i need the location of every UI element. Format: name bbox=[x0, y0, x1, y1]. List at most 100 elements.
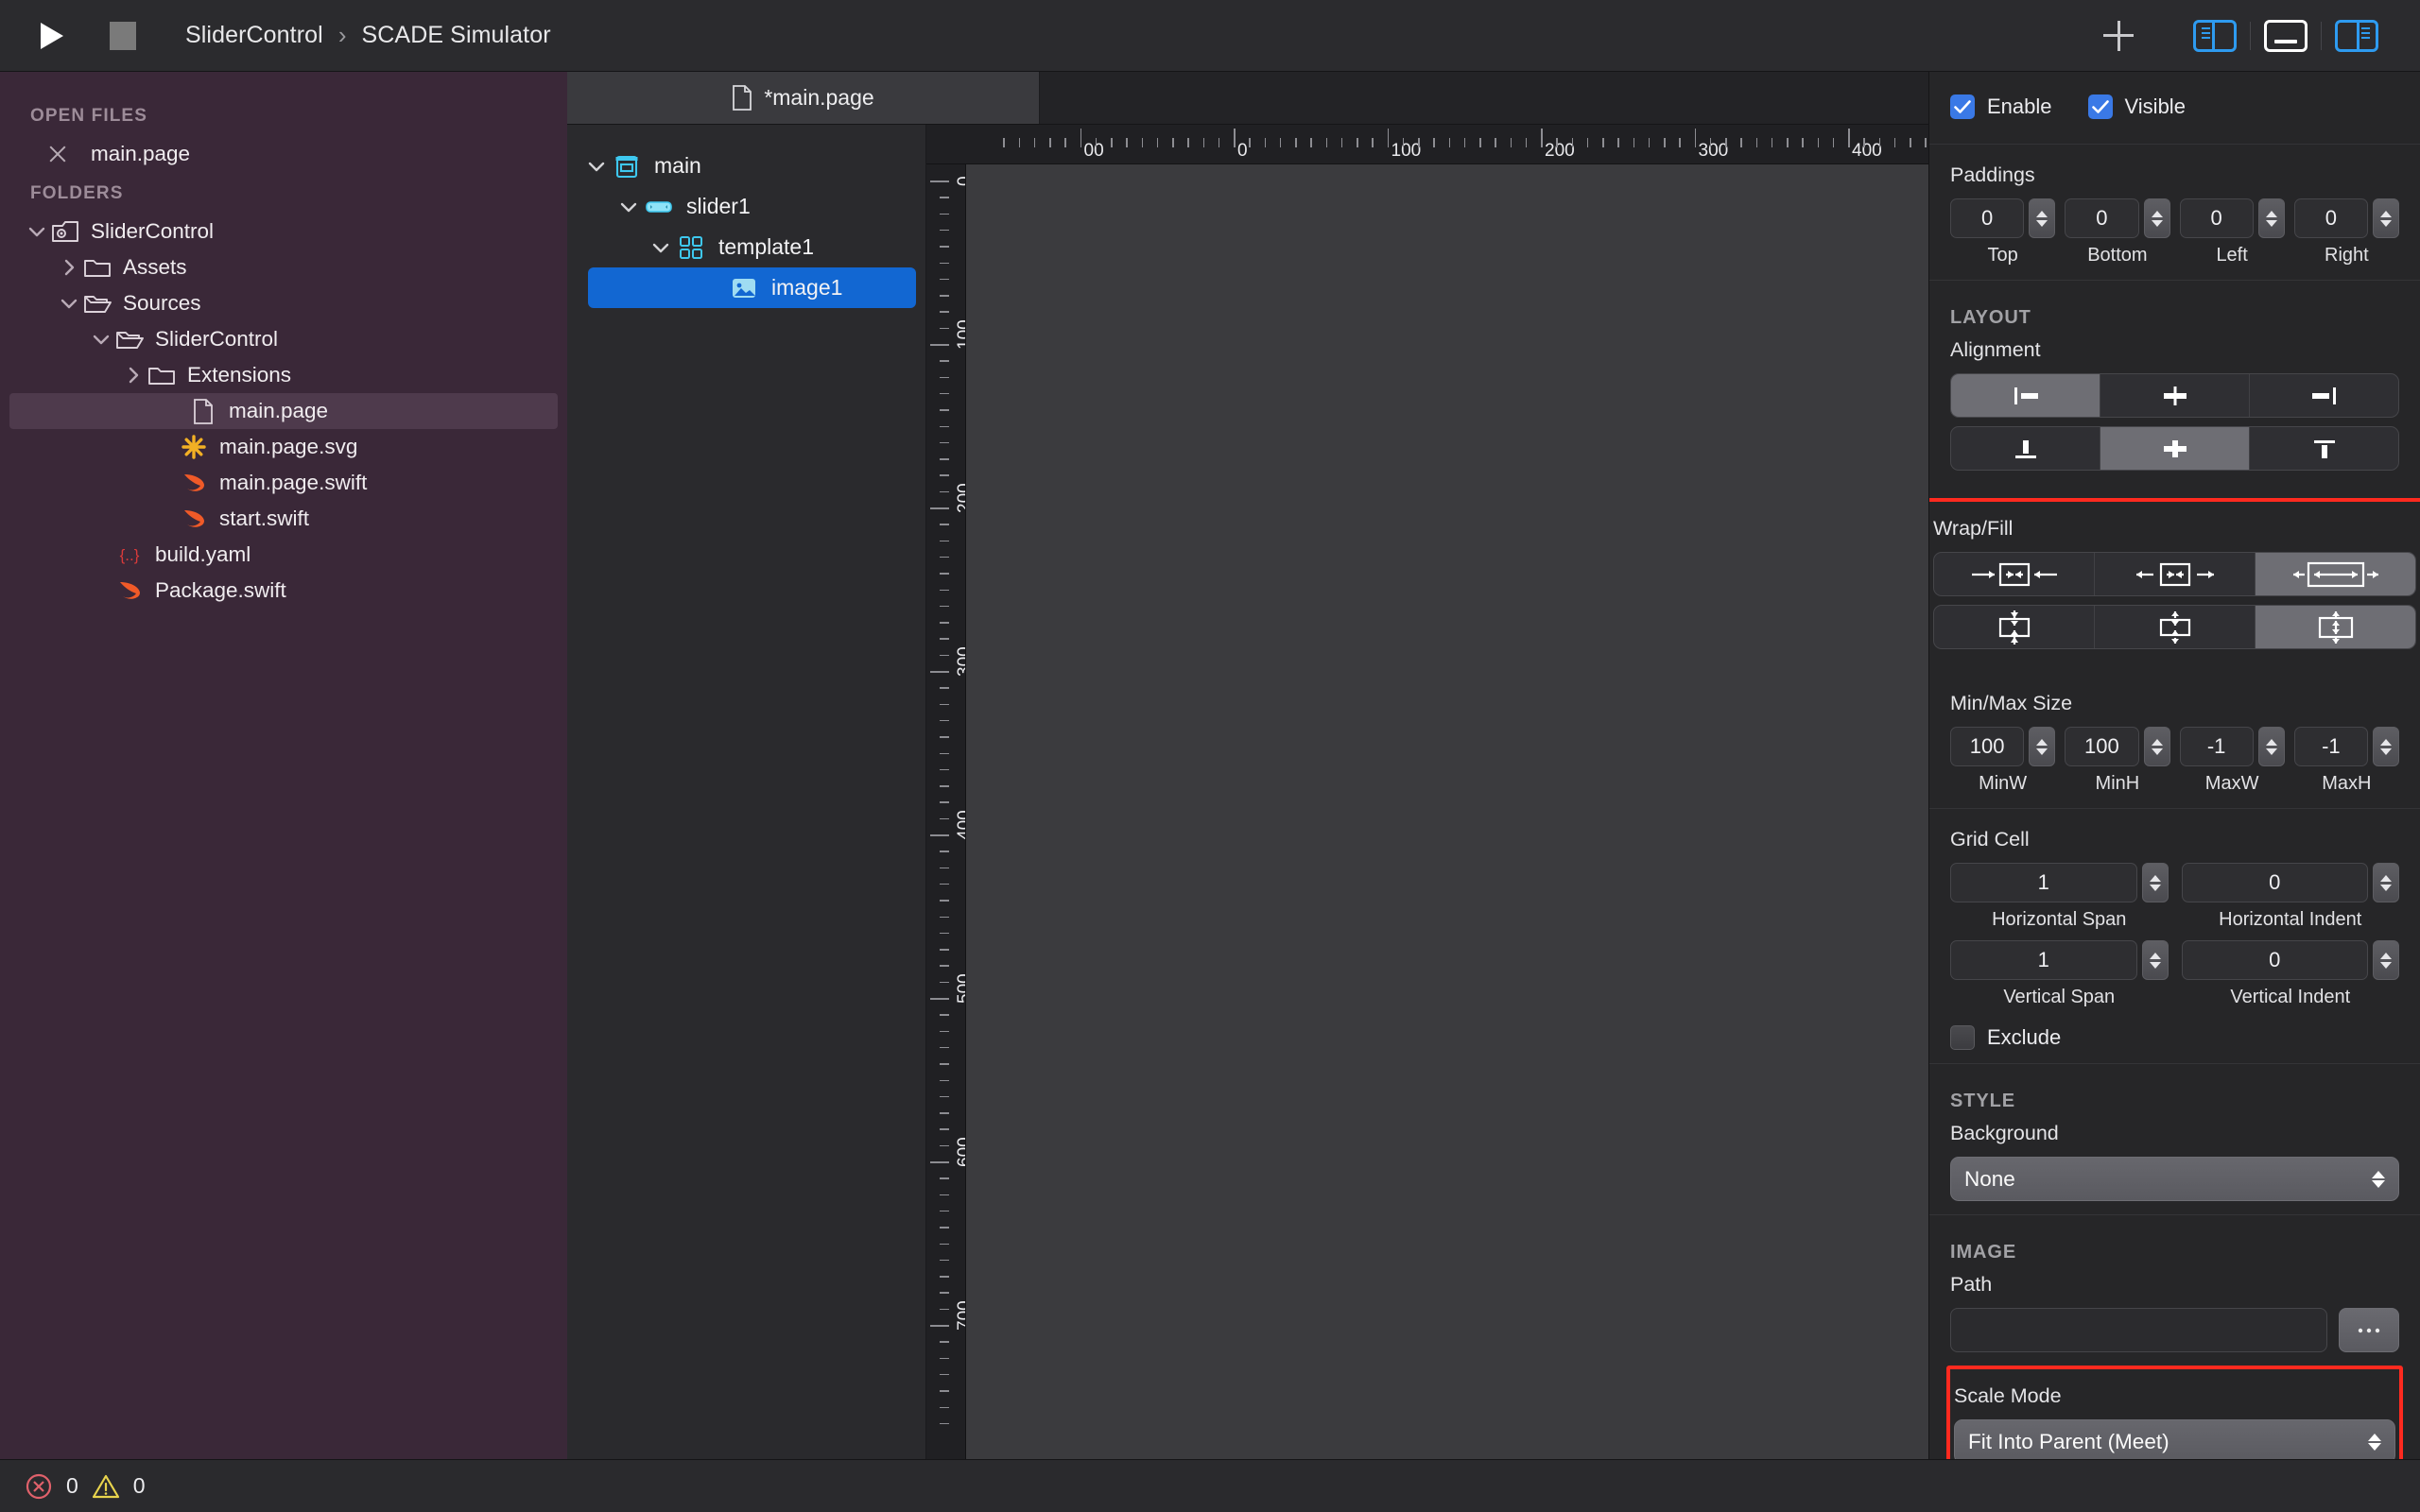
stepper-icon[interactable] bbox=[2373, 940, 2399, 980]
tree-item-sources[interactable]: Sources bbox=[0, 285, 567, 321]
close-icon[interactable] bbox=[45, 142, 70, 166]
tree-item-slidercontrol[interactable]: SliderControl bbox=[0, 214, 567, 249]
maxw-input[interactable]: -1 bbox=[2179, 727, 2254, 766]
ruler-tick bbox=[940, 213, 949, 215]
wrap-horizontal-button[interactable] bbox=[1934, 553, 2095, 595]
vertical-span-input[interactable]: 1 bbox=[1950, 940, 2137, 980]
chevron-down-icon[interactable] bbox=[614, 200, 643, 214]
stepper-icon[interactable] bbox=[2029, 198, 2056, 238]
design-canvas[interactable]: Image bbox=[966, 164, 1928, 1459]
toggle-bottom-panel-button[interactable] bbox=[2251, 13, 2321, 59]
stepper-icon[interactable] bbox=[2141, 940, 2169, 980]
run-button[interactable] bbox=[36, 20, 68, 52]
tree-item-icon bbox=[49, 219, 81, 244]
chevron-down-icon[interactable] bbox=[89, 333, 113, 346]
right-input[interactable]: 0 bbox=[2293, 198, 2368, 238]
stepper-icon[interactable] bbox=[2029, 727, 2056, 766]
tree-item-main-page-swift[interactable]: main.page.swift bbox=[0, 465, 567, 501]
stepper-icon[interactable] bbox=[2143, 198, 2170, 238]
toggle-inspector-button[interactable] bbox=[2322, 13, 2392, 59]
toolbar: SliderControl › SCADE Simulator bbox=[0, 0, 2420, 72]
wrap-vertical-button[interactable] bbox=[1934, 606, 2095, 648]
align-right-button[interactable] bbox=[2250, 374, 2398, 417]
chevron-down-icon[interactable] bbox=[57, 297, 81, 310]
minw-input[interactable]: 100 bbox=[1950, 727, 2025, 766]
fill-horizontal-button[interactable] bbox=[2256, 553, 2415, 595]
tree-item-label: Assets bbox=[123, 255, 187, 279]
path-input[interactable] bbox=[1950, 1308, 2327, 1352]
left-input[interactable]: 0 bbox=[2179, 198, 2254, 238]
stepper-icon[interactable] bbox=[2257, 727, 2285, 766]
vertical-indent-input[interactable]: 0 bbox=[2181, 940, 2368, 980]
scale-mode-select[interactable]: Fit Into Parent (Meet) bbox=[1954, 1419, 2395, 1459]
maxh-input[interactable]: -1 bbox=[2293, 727, 2368, 766]
stop-button[interactable] bbox=[110, 21, 136, 50]
ruler-tick bbox=[940, 311, 949, 313]
tree-item-assets[interactable]: Assets bbox=[0, 249, 567, 285]
stepper-icon[interactable] bbox=[2373, 863, 2399, 902]
chevron-down-icon[interactable] bbox=[25, 225, 49, 238]
tree-item-build-yaml[interactable]: {..} build.yaml bbox=[0, 537, 567, 573]
chevron-down-icon[interactable] bbox=[582, 160, 611, 173]
stepper-icon[interactable] bbox=[2143, 727, 2170, 766]
chevron-right-icon[interactable] bbox=[121, 366, 146, 385]
grid-cell-row: 1 Horizontal Span 0 Horizontal Indent bbox=[1950, 863, 2399, 931]
tab-label: *main.page bbox=[764, 85, 874, 110]
ruler-tick bbox=[940, 654, 949, 657]
tree-item-extensions[interactable]: Extensions bbox=[0, 357, 567, 393]
ruler-tick bbox=[940, 1259, 949, 1262]
shrink-horizontal-button[interactable] bbox=[2095, 553, 2256, 595]
outline-item-slider1[interactable]: slider1 bbox=[567, 186, 925, 227]
outline-item-image1[interactable]: image1 bbox=[588, 267, 916, 308]
tree-item-main-page[interactable]: main.page bbox=[9, 393, 558, 429]
background-select[interactable]: None bbox=[1950, 1157, 2399, 1201]
tree-item-package-swift[interactable]: Package.swift bbox=[0, 573, 567, 609]
stepper-icon[interactable] bbox=[2257, 198, 2285, 238]
svg-file-icon bbox=[181, 434, 207, 460]
ruler-tick bbox=[940, 1276, 949, 1278]
chevron-right-icon[interactable] bbox=[57, 258, 81, 277]
align-center-v-button[interactable] bbox=[2100, 427, 2250, 470]
add-button[interactable] bbox=[2091, 9, 2146, 63]
toggle-left-sidebar-button[interactable] bbox=[2180, 13, 2250, 59]
horizontal-indent-input[interactable]: 0 bbox=[2181, 863, 2368, 902]
align-top-button[interactable] bbox=[2250, 427, 2398, 470]
shrink-vertical-button[interactable] bbox=[2095, 606, 2256, 648]
warning-status[interactable]: 0 bbox=[92, 1472, 146, 1501]
ruler-label: 100 bbox=[955, 319, 966, 350]
tab-main-page[interactable]: *main.page bbox=[567, 72, 1040, 124]
stepper-icon[interactable] bbox=[2141, 863, 2169, 902]
stepper-icon[interactable] bbox=[2373, 727, 2399, 766]
tree-item-slidercontrol[interactable]: SliderControl bbox=[0, 321, 567, 357]
minh-input[interactable]: 100 bbox=[2065, 727, 2139, 766]
breadcrumb-target[interactable]: SCADE Simulator bbox=[361, 22, 550, 49]
outline-item-label: main bbox=[654, 153, 701, 178]
ruler-tick bbox=[940, 441, 949, 444]
browse-path-button[interactable] bbox=[2339, 1308, 2399, 1352]
paddings-title: Paddings bbox=[1950, 163, 2035, 186]
breadcrumb: SliderControl › SCADE Simulator bbox=[185, 21, 551, 50]
field-caption: MaxW bbox=[2204, 773, 2259, 794]
error-status[interactable]: 0 bbox=[25, 1472, 78, 1501]
folder-icon bbox=[83, 256, 112, 279]
tree-item-main-page-svg[interactable]: main.page.svg bbox=[0, 429, 567, 465]
ruler-tick bbox=[940, 1079, 949, 1081]
bottom-input[interactable]: 0 bbox=[2065, 198, 2139, 238]
enable-checkbox[interactable]: Enable bbox=[1950, 94, 2052, 119]
open-file-main-page[interactable]: main.page bbox=[0, 136, 567, 172]
align-bottom-button[interactable] bbox=[1951, 427, 2100, 470]
align-center-h-button[interactable] bbox=[2100, 374, 2250, 417]
align-left-button[interactable] bbox=[1951, 374, 2100, 417]
horizontal-span-input[interactable]: 1 bbox=[1950, 863, 2137, 902]
ruler-tick bbox=[940, 1243, 949, 1245]
exclude-checkbox[interactable]: Exclude bbox=[1950, 1025, 2399, 1050]
stepper-icon[interactable] bbox=[2373, 198, 2399, 238]
fill-vertical-button[interactable] bbox=[2256, 606, 2415, 648]
breadcrumb-project[interactable]: SliderControl bbox=[185, 22, 323, 49]
outline-item-template1[interactable]: template1 bbox=[567, 227, 925, 267]
chevron-down-icon[interactable] bbox=[647, 241, 675, 254]
tree-item-start-swift[interactable]: start.swift bbox=[0, 501, 567, 537]
outline-item-main[interactable]: main bbox=[567, 146, 925, 186]
top-input[interactable]: 0 bbox=[1950, 198, 2025, 238]
visible-checkbox[interactable]: Visible bbox=[2087, 94, 2186, 119]
